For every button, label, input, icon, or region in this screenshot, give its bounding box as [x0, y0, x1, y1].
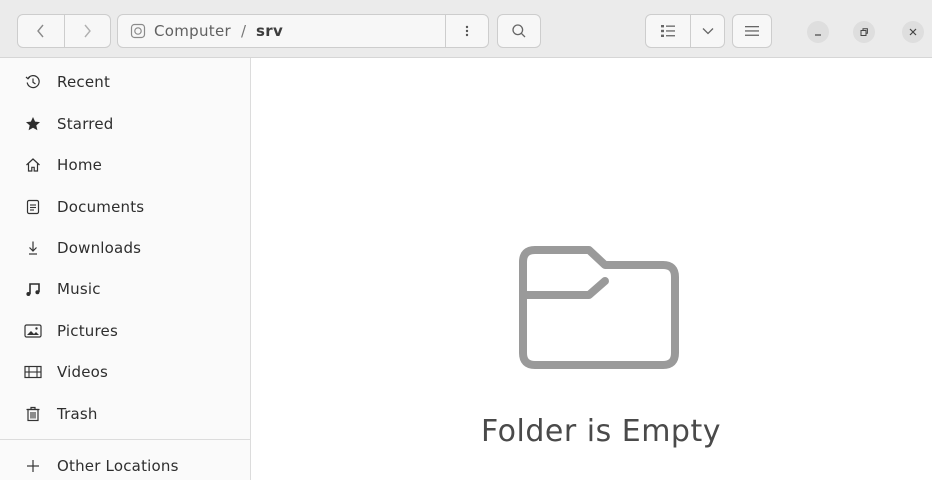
- document-icon: [24, 198, 42, 216]
- path-separator: /: [240, 22, 247, 40]
- path-menu-button[interactable]: [445, 15, 488, 47]
- maximize-button[interactable]: [853, 21, 875, 43]
- main-menu-button[interactable]: [732, 14, 772, 48]
- path-bar: Computer / srv: [117, 14, 489, 48]
- path-root-button[interactable]: Computer: [118, 15, 231, 47]
- sidebar-item-recent[interactable]: Recent: [0, 63, 250, 101]
- minimize-icon: [815, 34, 821, 36]
- empty-folder-message: Folder is Empty: [481, 414, 721, 449]
- sidebar-item-label: Music: [57, 280, 101, 298]
- search-icon: [512, 24, 526, 38]
- hamburger-menu-icon: [745, 26, 759, 36]
- sidebar-item-label: Recent: [57, 73, 111, 91]
- sidebar-item-label: Starred: [57, 115, 114, 133]
- sidebar-item-music[interactable]: Music: [0, 270, 250, 308]
- sidebar-item-videos[interactable]: Videos: [0, 353, 250, 391]
- download-icon: [24, 239, 42, 257]
- chevron-down-icon: [702, 28, 713, 35]
- sidebar-item-label: Videos: [57, 363, 109, 381]
- sidebar: Recent Starred Home Documents Downloads: [0, 58, 251, 480]
- home-icon: [24, 156, 42, 174]
- sidebar-item-label: Trash: [57, 405, 98, 423]
- search-button[interactable]: [497, 14, 541, 48]
- close-button[interactable]: [902, 21, 924, 43]
- maximize-icon: [860, 28, 868, 36]
- video-icon: [24, 363, 42, 381]
- sidebar-item-label: Pictures: [57, 322, 118, 340]
- chevron-right-icon: [84, 24, 92, 38]
- sidebar-item-label: Other Locations: [57, 457, 179, 475]
- trash-icon: [24, 405, 42, 423]
- file-view[interactable]: Folder is Empty: [251, 58, 932, 480]
- picture-icon: [24, 322, 42, 340]
- drive-icon: [130, 23, 146, 39]
- chevron-left-icon: [36, 24, 44, 38]
- sidebar-item-trash[interactable]: Trash: [0, 395, 250, 433]
- sidebar-divider: [0, 439, 250, 440]
- folder-icon: [519, 246, 679, 369]
- back-button[interactable]: [18, 15, 64, 47]
- sidebar-item-label: Downloads: [57, 239, 142, 257]
- sidebar-item-other-locations[interactable]: Other Locations: [0, 447, 250, 485]
- sidebar-item-label: Home: [57, 156, 103, 174]
- header-bar: Computer / srv: [0, 0, 932, 58]
- minimize-button[interactable]: [807, 21, 829, 43]
- sidebar-item-pictures[interactable]: Pictures: [0, 312, 250, 350]
- music-icon: [24, 280, 42, 298]
- sidebar-item-documents[interactable]: Documents: [0, 188, 250, 226]
- view-options-button[interactable]: [690, 15, 724, 47]
- plus-icon: [24, 457, 42, 475]
- forward-button[interactable]: [63, 15, 111, 47]
- sidebar-item-starred[interactable]: Starred: [0, 105, 250, 143]
- list-view-icon: [661, 25, 675, 37]
- clock-icon: [24, 73, 42, 91]
- close-icon: [909, 28, 917, 36]
- navigation-buttons: [17, 14, 111, 48]
- star-icon: [24, 115, 42, 133]
- path-current-folder[interactable]: srv: [256, 22, 283, 40]
- file-manager-window: Computer / srv Recent Starred Home Docum…: [0, 0, 932, 480]
- vertical-dots-icon: [465, 25, 469, 37]
- list-view-button[interactable]: [646, 15, 690, 47]
- sidebar-item-label: Documents: [57, 198, 145, 216]
- path-root-label: Computer: [154, 22, 231, 40]
- sidebar-item-downloads[interactable]: Downloads: [0, 229, 250, 267]
- sidebar-item-home[interactable]: Home: [0, 146, 250, 184]
- view-switcher: [645, 14, 725, 48]
